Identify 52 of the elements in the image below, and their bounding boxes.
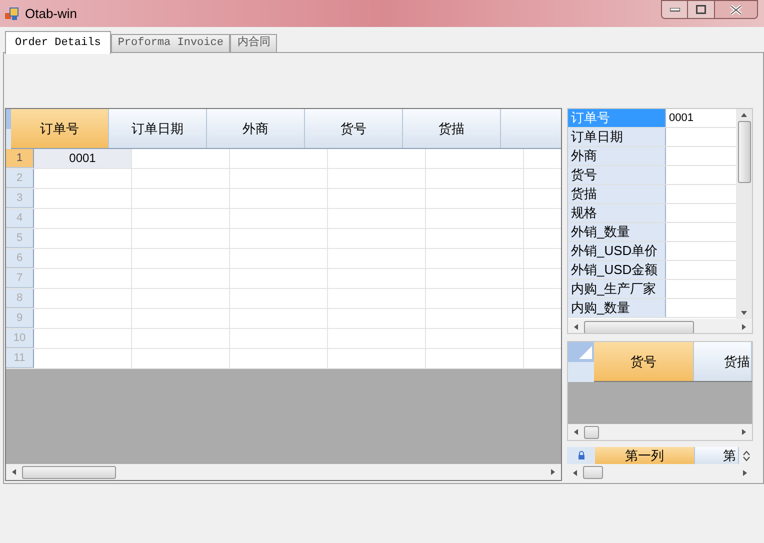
scroll-left-arrow[interactable] bbox=[574, 324, 578, 330]
property-value[interactable]: 0001 bbox=[666, 109, 694, 127]
column-header[interactable]: 第 bbox=[695, 447, 739, 464]
window-title: Otab-win bbox=[25, 4, 78, 23]
maximize-button[interactable] bbox=[688, 0, 714, 19]
table-cell[interactable]: 0001 bbox=[34, 149, 132, 168]
scroll-right-arrow[interactable] bbox=[742, 429, 746, 435]
property-label[interactable]: 外商 bbox=[568, 147, 666, 165]
property-label[interactable]: 规格 bbox=[568, 204, 666, 222]
property-label[interactable]: 外销_USD金额 bbox=[568, 261, 666, 279]
scroll-left-arrow[interactable] bbox=[574, 429, 578, 435]
property-label[interactable]: 外销_USD单价 bbox=[568, 242, 666, 260]
column-header[interactable]: 货号 bbox=[594, 342, 694, 381]
app-icon bbox=[5, 6, 19, 20]
property-label[interactable]: 内购_生产厂家 bbox=[568, 280, 666, 298]
minimize-button[interactable] bbox=[661, 0, 688, 19]
row-header[interactable]: 1 bbox=[6, 149, 34, 168]
scrollbar-thumb[interactable] bbox=[584, 426, 599, 438]
scroll-right-arrow[interactable] bbox=[743, 470, 747, 476]
minimize-icon bbox=[670, 8, 680, 12]
property-label[interactable]: 订单日期 bbox=[568, 128, 666, 146]
tab[interactable]: Proforma Invoice bbox=[110, 34, 230, 53]
property-label[interactable]: 货描 bbox=[568, 185, 666, 203]
scroll-right-arrow[interactable] bbox=[551, 469, 555, 475]
tab[interactable]: 内合同 bbox=[230, 34, 278, 53]
close-icon bbox=[730, 4, 742, 14]
scrollbar-thumb[interactable] bbox=[584, 320, 694, 333]
column-header[interactable]: 订单号 bbox=[11, 109, 109, 148]
column-header[interactable]: 外商 bbox=[207, 109, 305, 148]
lock-icon bbox=[578, 451, 584, 460]
vertical-scrollbar[interactable] bbox=[736, 109, 752, 319]
property-label[interactable]: 货号 bbox=[568, 166, 666, 184]
maximize-icon bbox=[696, 5, 706, 14]
column-header[interactable]: 货描 bbox=[694, 342, 752, 381]
property-label[interactable]: 外销_数量 bbox=[568, 223, 666, 241]
close-button[interactable] bbox=[714, 0, 758, 19]
scroll-left-arrow[interactable] bbox=[573, 470, 577, 476]
scroll-left-arrow[interactable] bbox=[12, 469, 16, 475]
table-row[interactable]: 1 0001 bbox=[6, 149, 561, 169]
column-header[interactable]: 货号 bbox=[305, 109, 403, 148]
scrollbar-thumb[interactable] bbox=[738, 121, 751, 183]
column-header[interactable]: 第一列 bbox=[595, 447, 695, 464]
scrollbar-thumb[interactable] bbox=[22, 466, 116, 478]
column-header[interactable]: 货描 bbox=[403, 109, 501, 148]
scrollbar-thumb[interactable] bbox=[583, 466, 603, 479]
property-label[interactable]: 内购_数量 bbox=[568, 299, 666, 317]
scroll-right-arrow[interactable] bbox=[742, 324, 746, 330]
up-down-arrows-icon bbox=[742, 450, 750, 462]
column-header[interactable]: 订单日期 bbox=[109, 109, 207, 148]
scroll-up-arrow[interactable] bbox=[741, 113, 748, 117]
scroll-down-arrow[interactable] bbox=[741, 311, 748, 315]
tab[interactable]: Order Details bbox=[5, 31, 111, 54]
